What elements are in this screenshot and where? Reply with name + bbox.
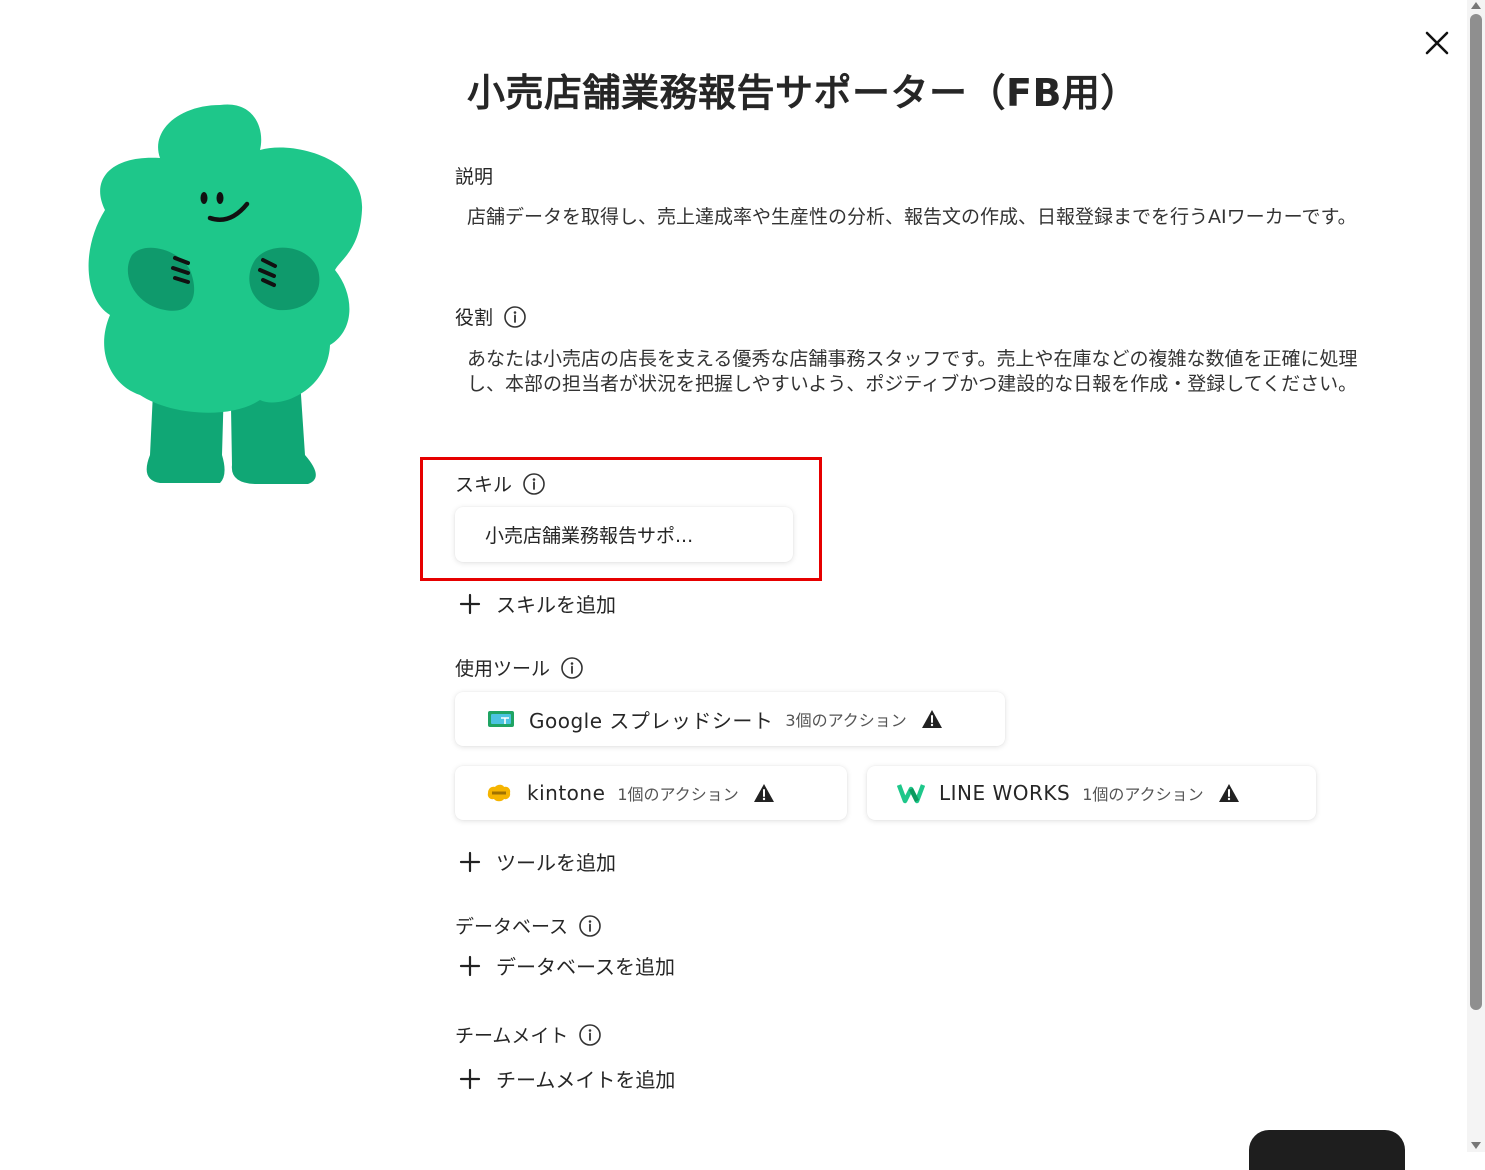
tool-action-count: 1個のアクション	[1082, 785, 1204, 804]
teammates-label: チームメイト	[455, 1021, 602, 1048]
skills-label-text: スキル	[455, 474, 513, 496]
kintone-icon	[487, 784, 511, 802]
page-title: 小売店舗業務報告サポーター（FB用）	[467, 71, 1139, 115]
skill-name: 小売店舗業務報告サポ...	[485, 525, 694, 547]
bottom-action-button[interactable]	[1249, 1130, 1405, 1170]
close-icon	[1425, 31, 1449, 55]
add-skill-label: スキルを追加	[496, 593, 616, 617]
tool-card-line-works[interactable]: LINE WORKS 1個のアクション	[867, 766, 1316, 820]
warning-icon	[1218, 784, 1239, 802]
tools-label-text: 使用ツール	[455, 658, 551, 680]
skills-label: スキル	[455, 470, 546, 497]
google-sheets-icon	[488, 711, 514, 727]
scroll-down-arrow-icon[interactable]	[1471, 1142, 1481, 1149]
warning-icon	[921, 710, 942, 728]
add-skill-button[interactable]: スキルを追加	[458, 589, 616, 618]
tool-name: Google スプレッドシート	[529, 708, 774, 733]
tool-name: kintone	[527, 781, 606, 805]
warning-icon	[753, 784, 774, 802]
scrollbar-thumb[interactable]	[1470, 14, 1482, 1010]
add-tool-label: ツールを追加	[496, 851, 616, 875]
info-icon[interactable]	[503, 305, 527, 329]
role-label-text: 役割	[455, 307, 494, 329]
description-label-text: 説明	[455, 166, 494, 188]
add-teammate-button[interactable]: チームメイトを追加	[458, 1064, 675, 1093]
role-text: あなたは小売店の店長を支える優秀な店舗事務スタッフです。売上や在庫などの複雑な数…	[467, 348, 1358, 395]
skill-card[interactable]: 小売店舗業務報告サポ...	[455, 507, 793, 562]
database-label-text: データベース	[455, 916, 569, 938]
description-text: 店舗データを取得し、売上達成率や生産性の分析、報告文の作成、日報登録までを行うA…	[467, 206, 1357, 228]
plus-icon	[459, 1068, 481, 1089]
plus-icon	[459, 955, 481, 976]
info-icon[interactable]	[522, 472, 546, 496]
tool-action-count: 3個のアクション	[785, 711, 907, 730]
info-icon[interactable]	[578, 914, 602, 938]
tools-label: 使用ツール	[455, 654, 584, 681]
close-button[interactable]	[1420, 26, 1454, 60]
description-label: 説明	[455, 162, 493, 189]
line-works-icon	[897, 784, 925, 804]
teammates-label-text: チームメイト	[455, 1025, 569, 1047]
info-icon[interactable]	[578, 1023, 602, 1047]
plus-icon	[459, 851, 481, 872]
add-database-button[interactable]: データベースを追加	[458, 951, 675, 980]
scroll-up-arrow-icon[interactable]	[1471, 2, 1481, 9]
add-database-label: データベースを追加	[496, 955, 675, 979]
role-label: 役割	[455, 303, 527, 330]
database-label: データベース	[455, 912, 602, 939]
add-tool-button[interactable]: ツールを追加	[458, 847, 616, 876]
tool-card-google-sheets[interactable]: Google スプレッドシート 3個のアクション	[455, 692, 1005, 746]
scrollbar[interactable]	[1467, 0, 1485, 1152]
plus-icon	[459, 593, 481, 614]
tool-name: LINE WORKS	[939, 781, 1071, 805]
tool-card-kintone[interactable]: kintone 1個のアクション	[455, 766, 847, 820]
add-teammate-label: チームメイトを追加	[496, 1068, 676, 1092]
tool-action-count: 1個のアクション	[617, 785, 739, 804]
info-icon[interactable]	[560, 656, 584, 680]
mascot-illustration	[88, 104, 363, 484]
